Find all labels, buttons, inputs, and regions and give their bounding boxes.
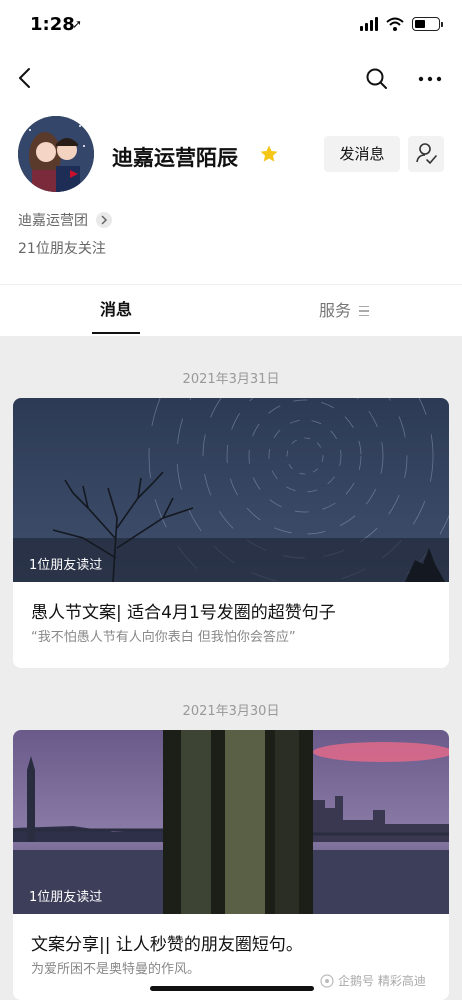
- tab-bar: 消息 服务: [0, 284, 462, 336]
- article-title: 文案分享|| 让人秒赞的朋友圈短句。: [31, 935, 303, 955]
- org-link[interactable]: 迪嘉运营团: [18, 210, 112, 230]
- followers-count: 21位朋友关注: [18, 241, 106, 257]
- tab-services-label: 服务: [319, 301, 352, 320]
- back-icon[interactable]: [14, 64, 38, 92]
- tab-messages[interactable]: 消息: [92, 285, 140, 337]
- status-time: 1:28: [30, 14, 75, 35]
- active-tab-indicator: [92, 332, 140, 334]
- location-arrow-icon: ➚: [72, 17, 83, 31]
- status-bar: 1:28 ➚: [0, 0, 462, 54]
- follow-icon: [416, 143, 437, 165]
- tab-services[interactable]: 服务: [319, 285, 370, 337]
- watermark-text: 企鹅号 精彩高迪: [338, 974, 426, 988]
- follow-button[interactable]: [408, 136, 444, 172]
- org-label: 迪嘉运营团: [18, 213, 88, 229]
- send-message-button[interactable]: 发消息: [324, 136, 400, 172]
- chevron-right-icon: [96, 212, 112, 228]
- watermark: 企鹅号 精彩高迪: [320, 972, 426, 989]
- article-card[interactable]: 1位朋友读过 文案分享|| 让人秒赞的朋友圈短句。 为爱所困不是奥特曼的作风。: [13, 730, 449, 1000]
- battery-icon: [412, 17, 443, 31]
- search-icon[interactable]: [364, 66, 390, 92]
- post-date: 2021年3月30日: [182, 704, 280, 719]
- more-icon[interactable]: [416, 66, 444, 92]
- menu-icon: [359, 305, 370, 317]
- article-title: 愚人节文案| 适合4月1号发圈的超赞句子: [31, 603, 336, 623]
- article-excerpt: 为爱所困不是奥特曼的作风。: [31, 962, 201, 977]
- read-by-friends: 1位朋友读过: [29, 890, 103, 905]
- home-indicator[interactable]: [150, 986, 314, 991]
- watermark-logo-icon: [320, 973, 334, 988]
- avatar[interactable]: [18, 116, 94, 192]
- status-icons: [360, 17, 443, 31]
- article-excerpt: “我不怕愚人节有人向你表白 但我怕你会答应”: [31, 630, 296, 645]
- read-by-friends: 1位朋友读过: [29, 558, 103, 573]
- wifi-icon: [386, 17, 404, 31]
- article-card[interactable]: 1位朋友读过 愚人节文案| 适合4月1号发圈的超赞句子 “我不怕愚人节有人向你表…: [13, 398, 449, 668]
- star-icon: [260, 145, 278, 162]
- account-name: 迪嘉运营陌辰: [112, 146, 238, 170]
- profile-header: 迪嘉运营陌辰 发消息 迪嘉运营团 21位朋友关注: [0, 104, 462, 284]
- nav-bar: [0, 54, 462, 104]
- post-date: 2021年3月31日: [182, 372, 280, 387]
- signal-icon: [360, 17, 378, 31]
